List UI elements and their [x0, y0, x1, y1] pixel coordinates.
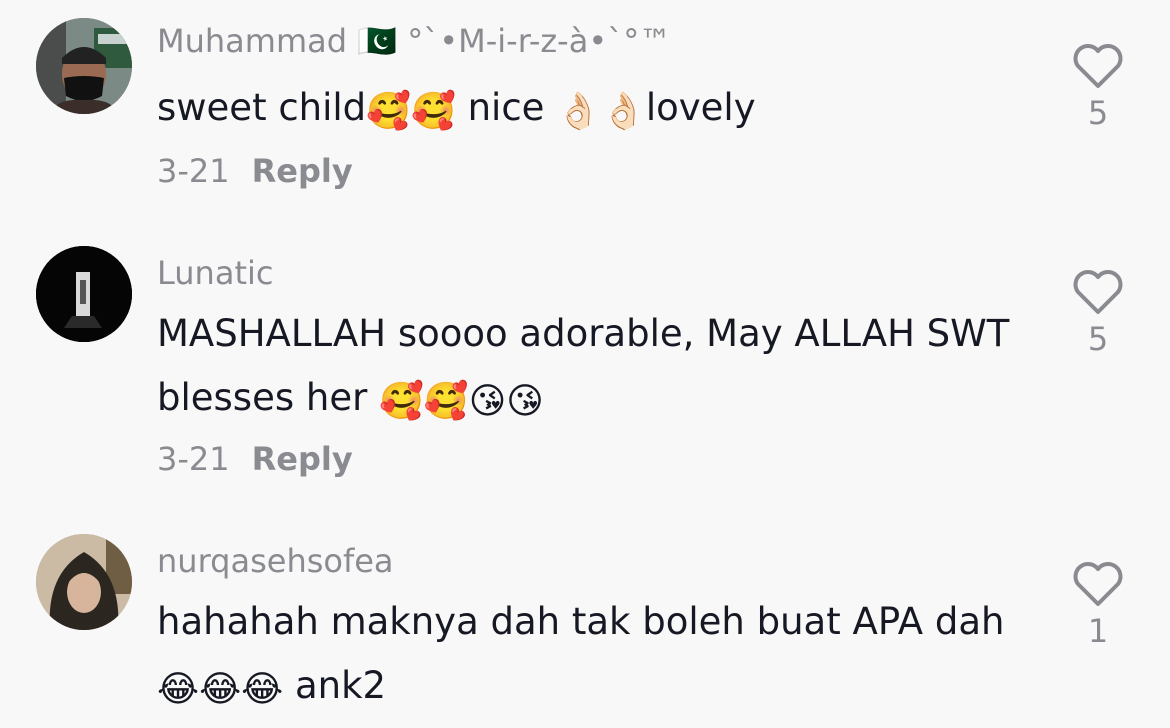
- woman-in-hijab-avatar-icon: [36, 534, 132, 630]
- tears-of-joy-emoji: 😂😂😂: [157, 669, 284, 710]
- reply-button[interactable]: Reply: [252, 440, 353, 478]
- comment-author[interactable]: nurqasehsofea: [157, 542, 394, 580]
- comment-text: hahahah maknya dah tak boleh buat APA da…: [157, 590, 1037, 722]
- comment-item: Lunatic MASHALLAH soooo adorable, May AL…: [0, 240, 1170, 510]
- avatar[interactable]: [36, 246, 132, 342]
- like-button[interactable]: 5: [1066, 42, 1130, 132]
- comment-text-part: nice: [455, 86, 557, 129]
- heart-icon: [1073, 270, 1123, 314]
- comment-meta: 3-21 Reply: [157, 440, 353, 478]
- comment-text-part: sweet child: [157, 86, 367, 129]
- heart-icon: [1073, 44, 1123, 88]
- comment-text: sweet child🥰🥰 nice 👌🏻👌🏻lovely: [157, 76, 1037, 144]
- avatar[interactable]: [36, 534, 132, 630]
- comment-author[interactable]: Lunatic: [157, 254, 273, 292]
- comment-author[interactable]: Muhammad 🇵🇰 °`•M-i-r-z-à•`°™: [157, 22, 671, 60]
- ok-hand-emoji: 👌🏻👌🏻: [556, 91, 646, 132]
- like-count: 5: [1087, 320, 1109, 358]
- comment-meta: 3-21 Reply: [157, 152, 353, 190]
- comment-text-part: MASHALLAH soooo adorable, May ALLAH SWT …: [157, 312, 1010, 419]
- smiling-hearts-and-kissing-emoji: 🥰🥰😘😘: [379, 381, 544, 422]
- heart-icon: [1073, 562, 1123, 606]
- comment-text-part: lovely: [645, 86, 756, 129]
- comment-item: Muhammad 🇵🇰 °`•M-i-r-z-à•`°™ sweet child…: [0, 0, 1170, 210]
- like-count: 5: [1087, 94, 1109, 132]
- comment-text-part: ank2: [283, 664, 387, 707]
- like-button[interactable]: 1: [1066, 560, 1130, 650]
- dark-doorway-avatar-icon: [36, 246, 132, 342]
- comment-text-part: hahahah maknya dah tak boleh buat APA da…: [157, 600, 1005, 643]
- like-count: 1: [1087, 612, 1109, 650]
- smiling-hearts-emoji: 🥰🥰: [366, 91, 456, 132]
- reply-button[interactable]: Reply: [252, 152, 353, 190]
- man-wearing-mask-avatar-icon: [36, 18, 132, 114]
- avatar[interactable]: [36, 18, 132, 114]
- comment-date: 3-21: [157, 440, 230, 478]
- comment-text: MASHALLAH soooo adorable, May ALLAH SWT …: [157, 302, 1037, 434]
- like-button[interactable]: 5: [1066, 268, 1130, 358]
- comment-item: nurqasehsofea hahahah maknya dah tak bol…: [0, 532, 1170, 728]
- comment-date: 3-21: [157, 152, 230, 190]
